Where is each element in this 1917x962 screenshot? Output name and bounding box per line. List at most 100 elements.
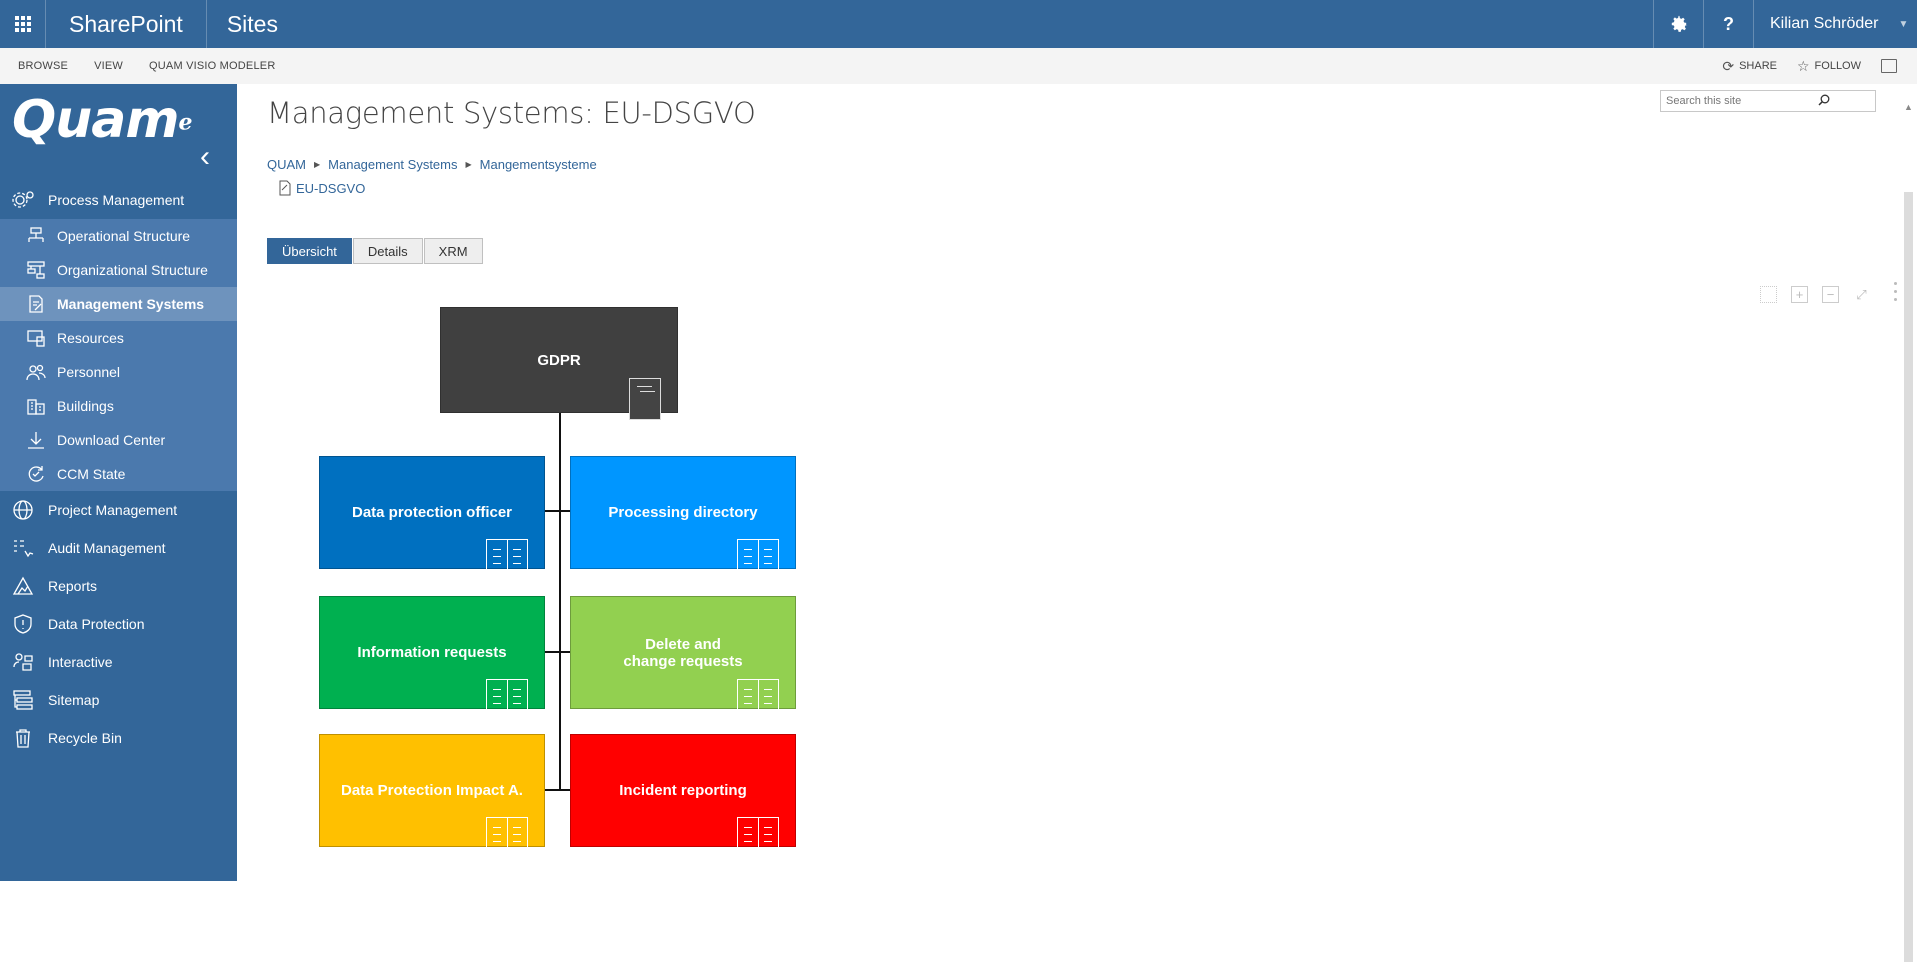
fit-screen-icon[interactable]: ⤢ — [1853, 286, 1870, 303]
search-box[interactable]: Search this site — [1660, 90, 1876, 112]
zoom-out-icon[interactable]: − — [1822, 286, 1839, 303]
nav-label: Interactive — [48, 654, 113, 670]
ribbon-tab-browse[interactable]: BROWSE — [9, 60, 77, 72]
document-edit-icon — [25, 294, 47, 314]
nav-item-process-management[interactable]: Process Management — [0, 181, 237, 219]
select-area-icon[interactable] — [1760, 286, 1777, 303]
diagram-node-data-protection-officer[interactable]: Data protection officer — [319, 456, 545, 575]
nav-label: Download Center — [57, 432, 166, 448]
page-title: Management Systems: EU-DSGVO — [267, 96, 756, 130]
ribbon-tab-view[interactable]: VIEW — [85, 60, 132, 72]
nav-item-reports[interactable]: Reports — [0, 567, 237, 605]
view-tabs: Übersicht Details XRM — [267, 238, 484, 264]
process-book-icon — [737, 539, 779, 575]
collapse-nav-icon[interactable]: ‹ — [200, 140, 210, 174]
nav-label: Management Systems — [57, 296, 205, 312]
nav-label: Organizational Structure — [57, 262, 208, 278]
people-icon — [25, 362, 47, 382]
breadcrumb-mangementsysteme[interactable]: Mangementsysteme — [480, 157, 597, 172]
nav-item-buildings[interactable]: Buildings — [0, 389, 237, 423]
scroll-up-icon[interactable]: ▲ — [1904, 102, 1913, 112]
help-icon[interactable]: ? — [1703, 0, 1753, 48]
nav-item-management-systems[interactable]: Management Systems — [0, 287, 237, 321]
nav-item-project-management[interactable]: Project Management — [0, 491, 237, 529]
tab-xrm[interactable]: XRM — [423, 238, 483, 264]
diagram-node-incident-reporting[interactable]: Incident reporting — [570, 734, 796, 853]
caret-right-icon: ▶ — [314, 160, 321, 169]
nav-item-organizational-structure[interactable]: Organizational Structure — [0, 253, 237, 287]
follow-button[interactable]: ☆ FOLLOW — [1797, 58, 1861, 75]
nav-label: Project Management — [48, 502, 178, 518]
search-icon[interactable] — [1768, 94, 1875, 109]
search-input[interactable]: Search this site — [1661, 95, 1768, 107]
tab-uebersicht[interactable]: Übersicht — [267, 238, 352, 264]
document-name: EU-DSGVO — [296, 180, 366, 196]
sitemap-icon — [10, 689, 36, 711]
diagram-toolbar: + − ⤢ — [1760, 286, 1870, 303]
share-button[interactable]: ⟳ SHARE — [1722, 58, 1777, 75]
caret-right-icon: ▶ — [465, 160, 472, 169]
sharepoint-brand[interactable]: SharePoint — [46, 0, 207, 48]
nav-label: Personnel — [57, 364, 121, 380]
nav-item-interactive[interactable]: Interactive — [0, 643, 237, 681]
diagram-node-delete-and-change-requests[interactable]: Delete and change requests — [570, 596, 796, 715]
globe-icon — [10, 499, 36, 521]
logo-text: Quam — [12, 90, 179, 150]
sites-link[interactable]: Sites — [207, 11, 298, 38]
connector — [544, 510, 572, 512]
node-label: Data protection officer — [351, 504, 513, 521]
connector — [544, 789, 572, 791]
nav-label: Reports — [48, 578, 98, 594]
process-book-icon — [737, 679, 779, 715]
diagram-node-gdpr[interactable]: GDPR — [440, 307, 678, 420]
nav-label: Buildings — [57, 398, 114, 414]
nav-item-download-center[interactable]: Download Center — [0, 423, 237, 457]
node-label: Data Protection Impact A. — [341, 782, 523, 799]
focus-mode-icon[interactable] — [1881, 59, 1897, 73]
app-launcher-icon[interactable] — [0, 0, 46, 48]
tab-details[interactable]: Details — [352, 238, 423, 264]
quam-logo[interactable]: Quamℯ — [12, 90, 193, 150]
diagram-node-data-protection-impact[interactable]: Data Protection Impact A. — [319, 734, 545, 853]
nav-label: Process Management — [48, 192, 185, 208]
breadcrumb-quam[interactable]: QUAM — [267, 157, 306, 172]
nav-item-data-protection[interactable]: Data Protection — [0, 605, 237, 643]
zoom-in-icon[interactable]: + — [1791, 286, 1808, 303]
diagram-node-information-requests[interactable]: Information requests — [319, 596, 545, 715]
diagram-node-processing-directory[interactable]: Processing directory — [570, 456, 796, 575]
process-book-icon — [486, 539, 528, 575]
chevron-down-icon: ▼ — [1898, 18, 1909, 30]
org-chart-icon — [25, 260, 47, 280]
building-icon — [25, 396, 47, 416]
flowchart-icon — [25, 226, 47, 246]
process-book-icon — [486, 817, 528, 853]
nav-label: Data Protection — [48, 616, 145, 632]
nav-item-ccm-state[interactable]: CCM State — [0, 457, 237, 491]
nav-item-personnel[interactable]: Personnel — [0, 355, 237, 389]
user-menu[interactable]: Kilian Schröder ▼ — [1753, 0, 1917, 48]
suite-bar: SharePoint Sites ? Kilian Schröder ▼ — [0, 0, 1917, 48]
ribbon-tab-quam-visio-modeler[interactable]: QUAM VISIO MODELER — [140, 60, 284, 72]
process-book-icon — [486, 679, 528, 715]
nav-item-recycle-bin[interactable]: Recycle Bin — [0, 719, 237, 757]
scrollbar-thumb[interactable] — [1904, 192, 1913, 962]
nav-label: Sitemap — [48, 692, 100, 708]
page-scrollbar[interactable]: ▲ — [1900, 84, 1917, 962]
nav-item-audit-management[interactable]: Audit Management — [0, 529, 237, 567]
share-icon: ⟳ — [1722, 57, 1735, 74]
more-options-icon[interactable] — [1894, 282, 1898, 306]
nav-label: Audit Management — [48, 540, 166, 556]
document-link[interactable]: EU-DSGVO — [278, 180, 365, 196]
nav-item-operational-structure[interactable]: Operational Structure — [0, 219, 237, 253]
gear-icon[interactable] — [1653, 0, 1703, 48]
interactive-icon — [10, 651, 36, 673]
ribbon: BROWSE VIEW QUAM VISIO MODELER ⟳ SHARE ☆… — [0, 48, 1917, 84]
breadcrumb-management-systems[interactable]: Management Systems — [328, 157, 457, 172]
node-label: Processing directory — [608, 504, 758, 521]
nav-item-sitemap[interactable]: Sitemap — [0, 681, 237, 719]
connector — [544, 651, 572, 653]
gears-icon — [10, 189, 36, 211]
download-icon — [25, 430, 47, 450]
follow-label: FOLLOW — [1814, 60, 1861, 72]
nav-item-resources[interactable]: Resources — [0, 321, 237, 355]
